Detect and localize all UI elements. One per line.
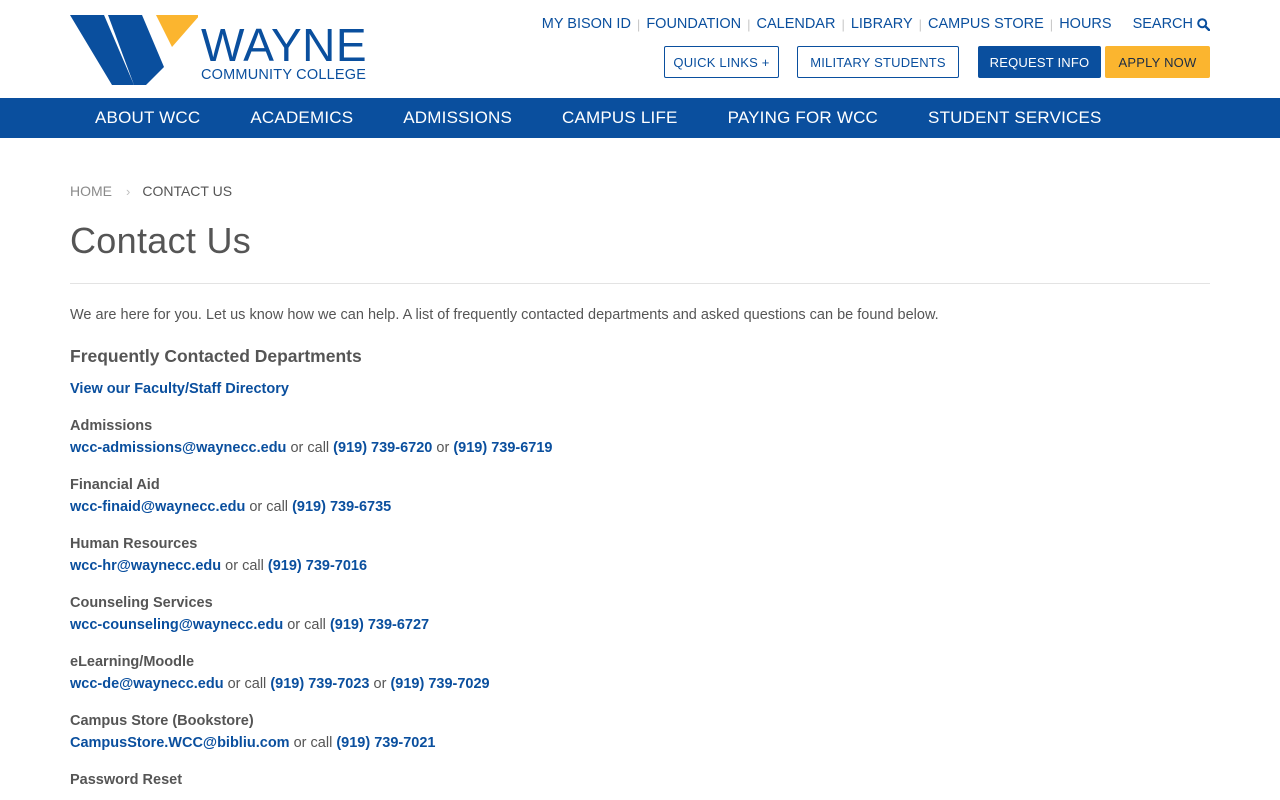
department-contact: wcc-admissions@waynecc.edu or call (919)… [70,439,1210,457]
section-title: Frequently Contacted Departments [70,346,362,366]
divider: | [747,16,751,32]
department-admissions: Admissions wcc-admissions@waynecc.edu or… [70,417,1210,457]
email-link[interactable]: wcc-hr@waynecc.edu [70,558,221,574]
department-name: Human Resources [70,536,198,552]
department-human-resources: Human Resources wcc-hr@waynecc.edu or ca… [70,535,1210,575]
breadcrumb: HOME › CONTACT US [70,183,1210,199]
department-contact: wcc-hr@waynecc.edu or call (919) 739-701… [70,557,1210,575]
phone-link[interactable]: (919) 739-6720 [333,440,432,456]
page-title: Contact Us [70,220,252,261]
divider: | [636,16,641,32]
phone-link[interactable]: (919) 739-6735 [292,499,391,515]
nav-paying-for-wcc[interactable]: PAYING FOR WCC [703,108,903,128]
department-campus-store: Campus Store (Bookstore) CampusStore.WCC… [70,712,1210,752]
department-contact: CampusStore.WCC@bibliu.com or call (919)… [70,734,1210,752]
breadcrumb-home[interactable]: HOME [70,183,112,199]
logo-subtitle: COMMUNITY COLLEGE [201,67,367,83]
site-header: WAYNE COMMUNITY COLLEGE MY BISON ID | FO… [0,0,1280,98]
connector-text: or call [287,617,326,633]
nav-admissions[interactable]: ADMISSIONS [378,108,537,128]
department-name: eLearning/Moodle [70,654,195,670]
email-link[interactable]: wcc-finaid@waynecc.edu [70,499,245,515]
connector-text: or call [249,499,289,515]
breadcrumb-current: CONTACT US [142,183,233,199]
nav-academics[interactable]: ACADEMICS [225,108,378,128]
department-name: Password Reset [70,772,183,788]
chevron-right-icon: › [126,183,131,199]
connector-text: or call [227,676,267,692]
logo-wordmark: WAYNE [201,19,368,71]
connector-text: or call [293,735,333,751]
email-link[interactable]: wcc-de@waynecc.edu [70,676,224,692]
department-name: Counseling Services [70,595,213,611]
request-info-button[interactable]: REQUEST INFO [978,46,1101,78]
department-name: Financial Aid [70,477,160,493]
department-contact: wcc-de@waynecc.edu or call (919) 739-702… [70,675,1210,693]
search-label: SEARCH [1132,16,1193,32]
phone-link[interactable]: (919) 739-6719 [453,440,552,456]
header-buttons: QUICK LINKS + MILITARY STUDENTS REQUEST … [664,46,1210,78]
department-password-reset: Password Reset [70,771,1210,789]
phone-link[interactable]: (919) 739-7029 [390,676,489,692]
main-nav: ABOUT WCC ACADEMICS ADMISSIONS CAMPUS LI… [0,98,1280,138]
quick-links-button[interactable]: QUICK LINKS + [664,46,779,78]
phone-link[interactable]: (919) 739-7023 [270,676,369,692]
nav-about-wcc[interactable]: ABOUT WCC [0,108,225,128]
util-link-my-bison-id[interactable]: MY BISON ID [542,16,631,32]
department-name: Campus Store (Bookstore) [70,713,254,729]
connector-text: or [373,676,387,692]
department-financial-aid: Financial Aid wcc-finaid@waynecc.edu or … [70,476,1210,516]
department-contact: wcc-counseling@waynecc.edu or call (919)… [70,616,1210,634]
department-elearning: eLearning/Moodle wcc-de@waynecc.edu or c… [70,653,1210,693]
util-link-library[interactable]: LIBRARY [851,16,913,32]
staff-directory-link[interactable]: View our Faculty/Staff Directory [70,380,1210,398]
main-content: HOME › CONTACT US Contact Us We are here… [0,183,1280,789]
college-logo[interactable]: WAYNE COMMUNITY COLLEGE [70,15,372,87]
divider: | [918,16,923,32]
department-name: Admissions [70,418,153,434]
divider: | [1049,16,1054,32]
utility-nav: MY BISON ID | FOUNDATION | CALENDAR | LI… [542,15,1210,33]
military-students-button[interactable]: MILITARY STUDENTS [797,46,959,78]
intro-text: We are here for you. Let us know how we … [70,307,939,323]
divider: | [841,16,845,32]
util-link-foundation[interactable]: FOUNDATION [646,16,741,32]
department-counseling-services: Counseling Services wcc-counseling@wayne… [70,594,1210,634]
email-link[interactable]: wcc-counseling@waynecc.edu [70,617,283,633]
phone-link[interactable]: (919) 739-7016 [268,558,367,574]
email-link[interactable]: wcc-admissions@waynecc.edu [70,440,286,456]
util-link-calendar[interactable]: CALENDAR [756,16,835,32]
nav-student-services[interactable]: STUDENT SERVICES [903,108,1127,128]
divider [70,283,1210,284]
logo-w-mark-icon [70,15,198,85]
search-icon [1197,17,1210,31]
apply-now-button[interactable]: APPLY NOW [1105,46,1210,78]
connector-text: or call [290,440,330,456]
util-link-hours[interactable]: HOURS [1059,16,1111,32]
department-contact: wcc-finaid@waynecc.edu or call (919) 739… [70,498,1210,516]
nav-campus-life[interactable]: CAMPUS LIFE [537,108,703,128]
search-button[interactable]: SEARCH [1133,16,1210,32]
connector-text: or [436,440,450,456]
connector-text: or call [225,558,264,574]
phone-link[interactable]: (919) 739-7021 [336,735,435,751]
util-link-campus-store[interactable]: CAMPUS STORE [928,16,1044,32]
phone-link[interactable]: (919) 739-6727 [330,617,429,633]
email-link[interactable]: CampusStore.WCC@bibliu.com [70,735,290,751]
